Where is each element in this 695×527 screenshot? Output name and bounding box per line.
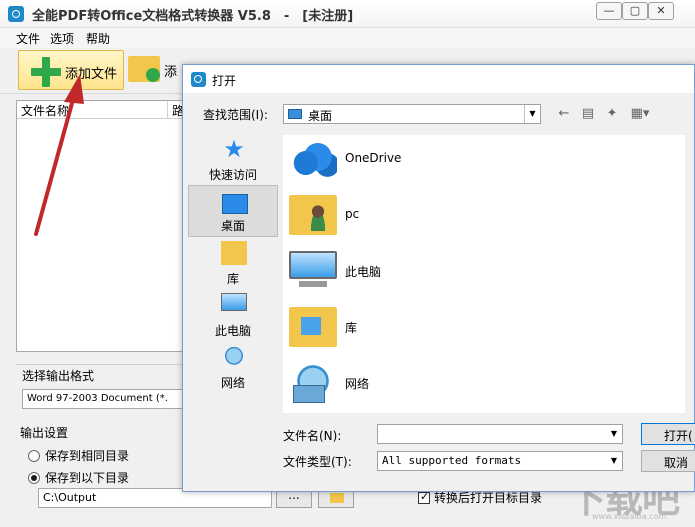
filetype-select[interactable]: All supported formats ▼ <box>377 451 623 471</box>
checkbox-label: 转换后打开目标目录 <box>434 491 543 505</box>
entry-label: pc <box>345 207 360 221</box>
radio-same-dir[interactable]: 保存到相同目录 <box>28 447 129 464</box>
computer-icon <box>221 293 247 311</box>
add-folder-label[interactable]: 添 <box>164 61 182 80</box>
library-icon <box>221 241 247 265</box>
look-in-value: 桌面 <box>308 109 333 123</box>
file-list[interactable]: 文件名称 路 <box>16 100 184 352</box>
radio-label: 保存到以下目录 <box>45 471 130 485</box>
filetype-value: All supported formats <box>382 454 522 467</box>
entry-onedrive[interactable]: OneDrive <box>287 135 487 183</box>
dialog-body: 查找范围(I): 桌面 ▼ ← ▤ ✦ ▦▾ ★ 快速访问 桌面 库 此电脑 网… <box>183 93 695 491</box>
dialog-title-bar: 打开 <box>183 65 694 93</box>
watermark-url: www.xiazaiba.com <box>592 512 667 521</box>
folder-icon <box>330 493 344 503</box>
desktop-icon <box>288 109 302 119</box>
chevron-down-icon[interactable]: ▼ <box>524 105 540 123</box>
place-library[interactable]: 库 <box>188 237 278 289</box>
app-logo-icon <box>191 72 206 87</box>
add-file-label: 添加文件 <box>65 67 118 82</box>
radio-custom-dir[interactable]: 保存到以下目录 <box>28 469 129 486</box>
list-header: 文件名称 路 <box>17 101 184 119</box>
minimize-button[interactable]: — <box>596 2 622 20</box>
close-button[interactable]: ✕ <box>648 2 674 20</box>
place-quick-access[interactable]: ★ 快速访问 <box>188 133 278 185</box>
output-settings-label: 输出设置 <box>20 426 69 440</box>
library-icon <box>289 307 337 347</box>
column-header-name[interactable]: 文件名称 <box>21 102 69 119</box>
open-dialog: 打开 查找范围(I): 桌面 ▼ ← ▤ ✦ ▦▾ ★ 快速访问 桌面 库 此电… <box>182 64 695 492</box>
window-title: 全能PDF转Office文档格式转换器 V5.8 - [未注册] <box>32 9 354 24</box>
radio-button[interactable] <box>28 450 40 462</box>
new-folder-icon[interactable]: ✦ <box>603 105 621 123</box>
look-in-select[interactable]: 桌面 ▼ <box>283 104 541 124</box>
filename-input[interactable]: ▼ <box>377 424 623 444</box>
user-folder-icon <box>289 195 337 235</box>
desktop-icon <box>222 194 248 214</box>
entry-label: 此电脑 <box>345 265 382 279</box>
entry-label: OneDrive <box>345 151 402 165</box>
network-icon <box>289 363 337 403</box>
entry-this-pc[interactable]: 此电脑 <box>287 247 487 295</box>
menu-bar: 文件 选项 帮助 <box>0 28 695 48</box>
dialog-title: 打开 <box>212 74 237 88</box>
menu-options[interactable]: 选项 <box>50 30 74 47</box>
place-label: 桌面 <box>220 219 245 233</box>
place-label: 网络 <box>220 376 245 390</box>
radio-label: 保存到相同目录 <box>45 449 130 463</box>
add-folder-icon[interactable] <box>128 56 160 82</box>
network-icon <box>221 345 247 369</box>
computer-icon <box>289 251 337 287</box>
cancel-button[interactable]: 取消 <box>641 450 695 472</box>
star-icon: ★ <box>223 135 245 163</box>
file-browser[interactable]: OneDrive pc 此电脑 库 网络 <box>283 135 685 413</box>
plus-icon <box>31 57 61 87</box>
title-bar: 全能PDF转Office文档格式转换器 V5.8 - [未注册] — ▢ ✕ <box>0 0 695 28</box>
filename-label: 文件名(N): <box>283 429 342 443</box>
cloud-icon <box>289 139 337 179</box>
place-label: 此电脑 <box>214 324 251 338</box>
place-this-pc[interactable]: 此电脑 <box>188 289 278 341</box>
maximize-button[interactable]: ▢ <box>622 2 648 20</box>
open-button[interactable]: 打开( <box>641 423 695 445</box>
view-menu-icon[interactable]: ▦▾ <box>627 105 653 123</box>
back-arrow-icon[interactable]: ← <box>555 105 573 123</box>
chevron-down-icon[interactable]: ▼ <box>606 425 622 443</box>
places-bar: ★ 快速访问 桌面 库 此电脑 网络 <box>188 133 278 395</box>
app-logo-icon <box>8 6 24 22</box>
place-desktop[interactable]: 桌面 <box>188 185 278 237</box>
place-label: 库 <box>226 272 239 286</box>
filetype-label: 文件类型(T): <box>283 455 352 469</box>
entry-label: 库 <box>345 321 358 335</box>
up-folder-icon[interactable]: ▤ <box>579 105 597 123</box>
place-network[interactable]: 网络 <box>188 341 278 393</box>
checkbox[interactable] <box>418 490 430 504</box>
add-file-button[interactable]: 添加文件 <box>18 50 124 90</box>
output-format-select[interactable]: Word 97-2003 Document (*. <box>22 389 184 409</box>
place-label: 快速访问 <box>208 168 257 182</box>
radio-button[interactable] <box>28 472 40 484</box>
look-in-label: 查找范围(I): <box>203 108 268 122</box>
entry-pc[interactable]: pc <box>287 191 487 239</box>
column-divider[interactable] <box>167 101 168 119</box>
chevron-down-icon[interactable]: ▼ <box>606 452 622 470</box>
menu-help[interactable]: 帮助 <box>86 30 110 47</box>
entry-network[interactable]: 网络 <box>287 359 487 407</box>
menu-file[interactable]: 文件 <box>16 30 40 47</box>
entry-library[interactable]: 库 <box>287 303 487 351</box>
output-format-label: 选择输出格式 <box>22 367 98 384</box>
entry-label: 网络 <box>345 377 370 391</box>
